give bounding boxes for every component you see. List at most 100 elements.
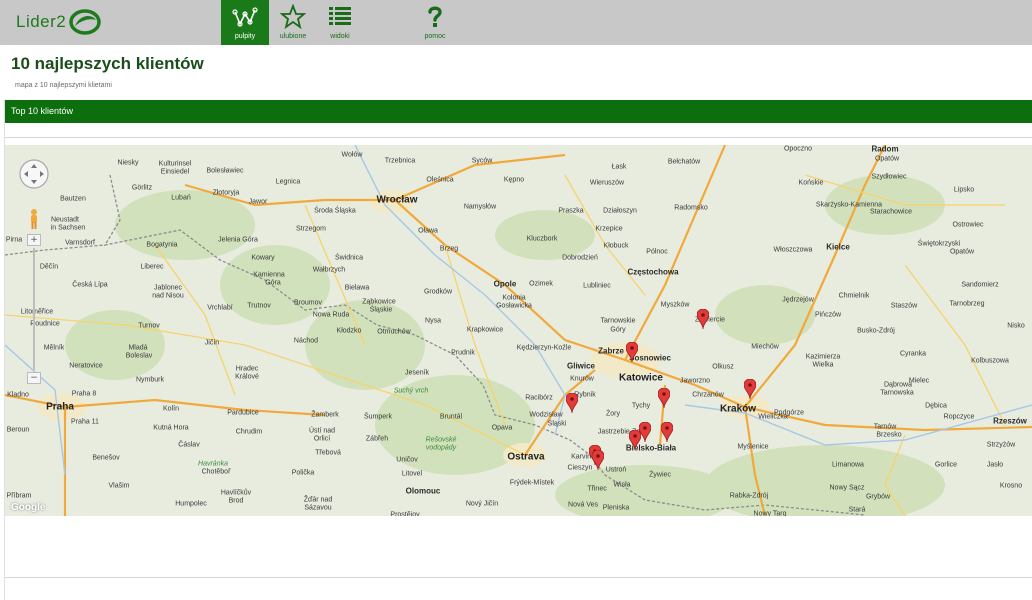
map-place-label: Pardubice bbox=[227, 409, 259, 417]
nav-ulubione[interactable]: ulubione bbox=[269, 0, 317, 45]
map-place-label: Tarnowskie bbox=[600, 317, 636, 325]
map-marker-pin-icon[interactable] bbox=[626, 342, 638, 362]
map-place-label: Opatów bbox=[949, 248, 975, 256]
map-place-label: Radom bbox=[871, 145, 899, 154]
nav-widoki[interactable]: widoki bbox=[316, 0, 364, 45]
map-place-label: in Sachsen bbox=[50, 224, 86, 232]
map-place-label: Nymburk bbox=[135, 376, 165, 384]
map-place-label: Szydłowiec bbox=[871, 173, 907, 181]
map-marker-pin-icon[interactable] bbox=[661, 422, 673, 442]
map-place-label: Ozimek bbox=[529, 280, 553, 288]
map-place-label: Śląski bbox=[547, 420, 567, 428]
map-place-label: Trzebnica bbox=[384, 157, 416, 165]
map-place-label: Ropczyce bbox=[943, 413, 975, 421]
map-place-label: Prudnik bbox=[451, 349, 475, 357]
map-place-label: Kolbuszowa bbox=[971, 357, 1009, 365]
map-place-label: Praszka bbox=[558, 207, 584, 215]
map-place-label: Beroun bbox=[6, 426, 30, 434]
map-place-label: Neratovice bbox=[69, 362, 103, 370]
nav-label: pomoc bbox=[424, 33, 446, 40]
map-place-label: Tarnów bbox=[873, 423, 897, 431]
map-place-label: Nový Jičín bbox=[465, 500, 499, 508]
map-place-label: Sázavou bbox=[304, 504, 332, 512]
map-place-label: Wielka bbox=[812, 361, 834, 369]
map-place-label: Žďár nad bbox=[303, 496, 333, 504]
map-place-label: Wołów bbox=[341, 151, 363, 159]
map-place-label: Środa Śląska bbox=[314, 207, 356, 215]
map-place-label: Dąbrowa bbox=[883, 381, 913, 389]
map-place-label: Brod bbox=[228, 497, 244, 505]
nav-pomoc[interactable]: pomoc bbox=[411, 0, 459, 45]
map-place-label: vodopády bbox=[425, 444, 457, 452]
map-place-label: Starachowice bbox=[869, 208, 913, 216]
logo-text: Lider2 bbox=[16, 12, 67, 31]
map-place-label: Dębica bbox=[925, 402, 947, 410]
pan-control[interactable] bbox=[18, 158, 50, 190]
map-place-label: Benešov bbox=[92, 454, 120, 462]
map-place-label: Racibórz bbox=[525, 394, 553, 402]
map-place-label: Ústí nad bbox=[308, 427, 336, 435]
map-place-label: Bruntál bbox=[439, 413, 463, 421]
map-place-label: Żywiec bbox=[649, 471, 671, 479]
map-place-label: Kazimierza bbox=[805, 353, 841, 361]
map-place-label: Orlicí bbox=[313, 435, 331, 443]
map-place-label: Kłobuck bbox=[603, 242, 629, 250]
map-place-label: Zábřeh bbox=[365, 435, 389, 443]
street-view-pegman-icon[interactable] bbox=[28, 208, 40, 230]
map-place-label: Świdnica bbox=[334, 254, 364, 262]
zoom-slider-track[interactable] bbox=[33, 248, 35, 370]
map-place-label: Mladá bbox=[128, 344, 148, 352]
map-place-label: Wałbrzych bbox=[312, 266, 346, 274]
map-marker-pin-icon[interactable] bbox=[629, 430, 641, 450]
map-place-label: Namysłów bbox=[463, 203, 497, 211]
star-icon bbox=[280, 4, 306, 30]
map-place-label: Limanowa bbox=[832, 461, 864, 469]
zoom-out-button[interactable]: − bbox=[27, 372, 41, 384]
map-place-label: Ostrava bbox=[507, 451, 545, 463]
map-place-label: Kielce bbox=[826, 242, 850, 252]
map-place-label: Otmuchów bbox=[377, 328, 411, 336]
map-place-label: Łask bbox=[611, 163, 627, 171]
nav-label: ulubione bbox=[279, 33, 307, 40]
map-place-label: Oleśnica bbox=[426, 176, 454, 184]
map-place-label: Kutná Hora bbox=[153, 424, 189, 432]
map-place-label: Strzegom bbox=[296, 225, 326, 233]
map-place-label: Radomsko bbox=[674, 204, 708, 212]
map-place-label: Śląskie bbox=[369, 306, 393, 314]
map-marker-pin-icon[interactable] bbox=[658, 388, 670, 408]
map-place-label: Wodzisław bbox=[529, 411, 563, 419]
map-place-label: Knurów bbox=[570, 375, 594, 383]
map-place-label: Częstochowa bbox=[627, 267, 679, 277]
map-place-label: Rzeszów bbox=[993, 416, 1027, 426]
map-place-label: Bełchatów bbox=[667, 158, 701, 166]
zoom-in-button[interactable]: + bbox=[27, 234, 41, 246]
map-place-label: Bautzen bbox=[60, 195, 86, 203]
map-place-label: Krapkowice bbox=[466, 326, 504, 334]
app-logo[interactable]: Lider2 bbox=[16, 6, 102, 38]
map-place-label: Praha 8 bbox=[71, 390, 97, 398]
map-place-label: Chmielnik bbox=[838, 292, 870, 300]
map-place-label: Görlitz bbox=[131, 184, 153, 192]
map-place-label: Gliwice bbox=[566, 361, 596, 371]
map-place-label: Kłodzko bbox=[336, 327, 362, 335]
nav-pulpity[interactable]: pulpity bbox=[221, 0, 269, 45]
map-place-label: Jawor bbox=[248, 198, 268, 206]
map-place-label: Einsiedel bbox=[160, 168, 190, 176]
map-place-label: Krosno bbox=[999, 482, 1023, 490]
map-place-label: Opoczno bbox=[783, 145, 813, 153]
map-place-label: Niesky bbox=[117, 159, 139, 167]
map-place-label: Kulturinsel bbox=[158, 160, 192, 168]
map-place-label: Rešovské bbox=[425, 436, 457, 444]
map-marker-pin-icon[interactable] bbox=[566, 393, 578, 413]
map-place-label: Lubliniec bbox=[583, 282, 611, 290]
map-marker-pin-icon[interactable] bbox=[697, 309, 709, 329]
map-view[interactable]: Wołów Trzebnica Syców Bełchatów Opoczno Radom… bbox=[5, 145, 1032, 516]
map-marker-pin-icon[interactable] bbox=[744, 379, 756, 399]
map-place-label: Prostějov bbox=[390, 511, 420, 517]
map-place-label: Praha 11 bbox=[71, 418, 99, 426]
map-place-label: Kluczbork bbox=[526, 235, 558, 243]
map-place-label: Děčín bbox=[39, 263, 59, 271]
map-place-label: Pińczów bbox=[814, 311, 842, 319]
map-place-label: Opava bbox=[491, 424, 513, 432]
map-marker-pin-icon[interactable] bbox=[592, 450, 604, 470]
